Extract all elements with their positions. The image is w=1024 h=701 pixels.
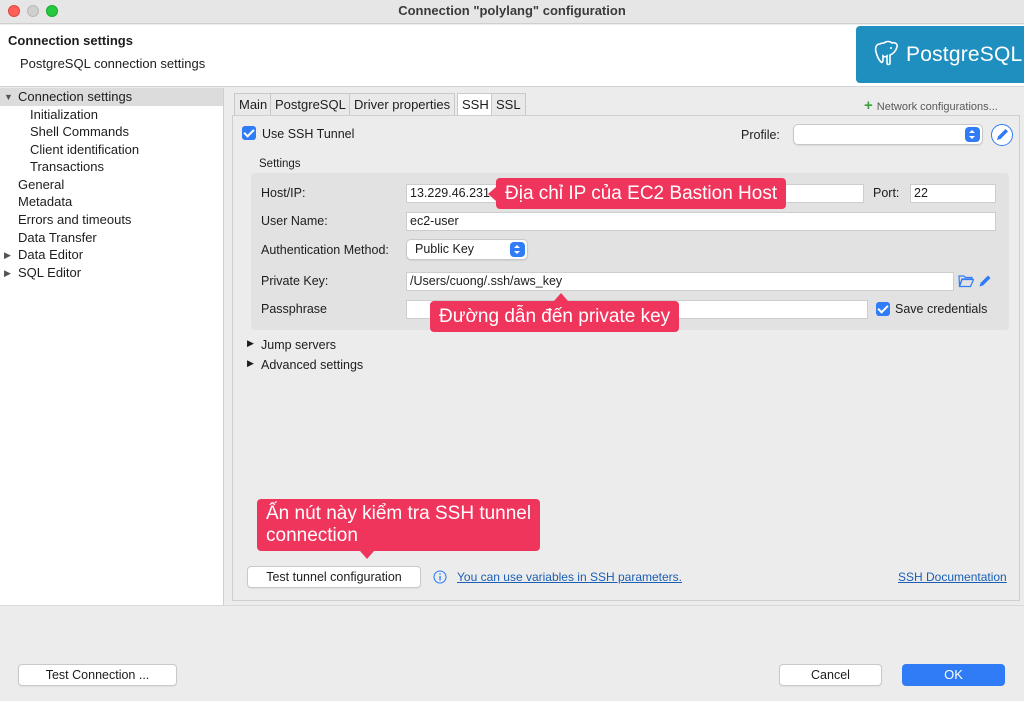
chevron-right-icon[interactable]: ▶ [4,246,11,264]
test-tunnel-configuration-button[interactable]: Test tunnel configuration [247,566,421,588]
ssh-documentation-link[interactable]: SSH Documentation [898,570,1007,584]
user-name-input[interactable]: ec2-user [406,212,996,231]
settings-section-title: Settings [259,158,301,170]
dialog-header: Connection settings PostgreSQL connectio… [0,25,1024,87]
sidebar-item-errors-and-timeouts[interactable]: Errors and timeouts [18,211,131,229]
sidebar-item-metadata[interactable]: Metadata [18,193,72,211]
profile-select[interactable] [793,124,983,145]
sidebar-item-sql-editor[interactable]: ▶ SQL Editor [0,264,81,282]
select-arrows-icon [510,242,525,257]
save-credentials-label: Save credentials [895,302,988,316]
network-configurations-label: Network configurations... [876,101,998,113]
private-key-annotation-callout: Đường dẫn đến private key [430,293,680,332]
sidebar-item-client-identification[interactable]: Client identification [30,141,139,159]
folder-open-icon[interactable] [958,274,974,288]
host-label: Host/IP: [261,186,306,200]
jump-servers-toggle[interactable]: Jump servers [261,338,336,352]
postgresql-logo-text: PostgreSQL [906,43,1023,66]
private-key-label: Private Key: [261,274,329,288]
profile-label: Profile: [741,128,780,142]
sidebar-item-transactions[interactable]: Transactions [30,158,104,176]
port-input[interactable]: 22 [910,184,996,203]
postgresql-elephant-icon [874,40,898,66]
sidebar-item-shell-commands[interactable]: Shell Commands [30,123,129,141]
sidebar-item-data-transfer[interactable]: Data Transfer [18,229,97,247]
chevron-right-icon[interactable]: ▶ [4,264,11,282]
sidebar-item-general[interactable]: General [18,176,64,194]
use-ssh-tunnel-checkbox[interactable] [242,126,256,140]
ip-annotation-callout: Địa chỉ IP của EC2 Bastion Host [487,178,787,209]
settings-sidebar: ▼ Connection settings Initialization She… [0,88,224,605]
port-label: Port: [873,186,900,200]
window-title: Connection "polylang" configuration [398,3,626,18]
tab-ssh[interactable]: SSH [457,93,494,116]
page-subtitle: PostgreSQL connection settings [20,56,206,71]
title-bar: Connection "polylang" configuration [0,0,1024,24]
authentication-method-label: Authentication Method: [261,243,389,257]
sidebar-item-initialization[interactable]: Initialization [30,106,98,124]
sidebar-item-label: Data Editor [18,247,84,262]
page-title: Connection settings [8,33,133,48]
passphrase-label: Passphrase [261,302,328,316]
use-ssh-tunnel-label: Use SSH Tunnel [262,127,355,141]
save-credentials-checkbox[interactable] [876,302,890,316]
authentication-method-value: Public Key [415,242,475,256]
edit-pencil-icon[interactable] [978,273,993,288]
network-configurations-link[interactable]: + Network configurations... [864,97,998,114]
edit-profile-pencil-icon[interactable] [991,124,1013,146]
authentication-method-select[interactable]: Public Key [406,239,528,260]
callout-line-1: Ấn nút này kiểm tra SSH tunnel [266,503,532,524]
expand-advanced-settings-icon[interactable]: ▶ [247,358,254,369]
tab-driver-properties[interactable]: Driver properties [349,93,456,115]
private-key-input[interactable]: /Users/cuong/.ssh/aws_key [406,272,954,291]
sidebar-item-label: SQL Editor [18,265,82,280]
expand-jump-servers-icon[interactable]: ▶ [247,338,254,349]
tab-main[interactable]: Main [234,93,273,115]
sidebar-item-connection-settings[interactable]: ▼ Connection settings [0,88,223,106]
select-arrows-icon [965,127,980,142]
sidebar-item-label: Connection settings [18,89,133,104]
info-icon [433,570,447,584]
dialog-footer: Test Connection ... Cancel OK [0,605,1024,701]
cancel-button[interactable]: Cancel [779,664,882,686]
chevron-down-icon[interactable]: ▼ [4,88,13,106]
test-tunnel-annotation-callout: Ấn nút này kiểm tra SSH tunnel connectio… [257,499,541,559]
user-name-label: User Name: [261,214,328,228]
ok-button[interactable]: OK [902,664,1005,686]
ssh-variables-link[interactable]: You can use variables in SSH parameters. [457,570,682,584]
test-connection-button[interactable]: Test Connection ... [18,664,177,686]
tab-postgresql[interactable]: PostgreSQL [270,93,351,115]
tab-ssl[interactable]: SSL [491,93,526,115]
plus-icon: + [864,97,873,114]
callout-line-2: connection [266,525,358,546]
advanced-settings-toggle[interactable]: Advanced settings [261,358,363,372]
postgresql-logo: PostgreSQL [856,26,1024,83]
sidebar-item-data-editor[interactable]: ▶ Data Editor [0,246,83,264]
